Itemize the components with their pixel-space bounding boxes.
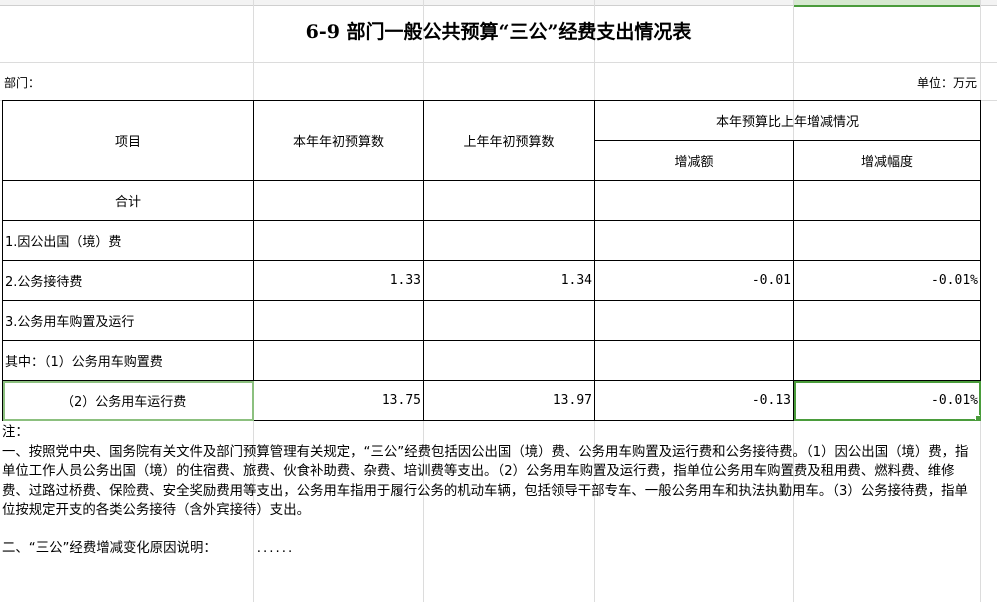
cell-amount[interactable]: -0.13: [594, 380, 794, 421]
row-label[interactable]: 2.公务接待费: [2, 260, 254, 301]
row-label[interactable]: 合计: [2, 180, 254, 221]
notes-heading[interactable]: 注：: [2, 423, 974, 443]
header-item[interactable]: 项目: [2, 100, 254, 181]
grid-line: [0, 62, 997, 63]
department-label[interactable]: 部门：: [4, 74, 40, 91]
cell-previous[interactable]: [423, 300, 595, 341]
header-change-rate[interactable]: 增减幅度: [793, 140, 981, 181]
row-label[interactable]: 其中：（1）公务用车购置费: [2, 340, 254, 381]
table-row: 1.因公出国（境）费: [2, 220, 981, 261]
cell-rate[interactable]: [793, 340, 981, 381]
cell-rate[interactable]: -0.01%: [793, 260, 981, 301]
unit-label[interactable]: 单位：万元: [917, 74, 977, 91]
reason-line[interactable]: 二、“三公”经费增减变化原因说明：......: [2, 536, 294, 556]
budget-table: 项目 本年年初预算数 上年年初预算数 本年预算比上年增减情况 增减额 增减幅度 …: [2, 100, 981, 421]
row-label[interactable]: 3.公务用车购置及运行: [2, 300, 254, 341]
table-row: 合计: [2, 180, 981, 221]
row-label[interactable]: 1.因公出国（境）费: [2, 220, 254, 261]
cell-current[interactable]: [253, 220, 424, 261]
cell-current[interactable]: [253, 300, 424, 341]
header-previous-budget[interactable]: 上年年初预算数: [423, 100, 595, 181]
cell-amount[interactable]: [594, 340, 794, 381]
cell-current[interactable]: 13.75: [253, 380, 424, 421]
cell-previous[interactable]: [423, 220, 595, 261]
header-current-budget[interactable]: 本年年初预算数: [253, 100, 424, 181]
cell-current[interactable]: [253, 340, 424, 381]
cell-rate[interactable]: [793, 300, 981, 341]
cell-previous[interactable]: 13.97: [423, 380, 595, 421]
table-row: 其中：（1）公务用车购置费: [2, 340, 981, 381]
cell-previous[interactable]: [423, 340, 595, 381]
reason-label: 二、“三公”经费增减变化原因说明：: [2, 541, 217, 556]
cell-previous[interactable]: [423, 180, 595, 221]
cell-current[interactable]: [253, 180, 424, 221]
table-row: （2）公务用车运行费 13.75 13.97 -0.13 -0.01%: [2, 380, 981, 421]
cell-current[interactable]: 1.33: [253, 260, 424, 301]
header-change-amount[interactable]: 增减额: [594, 140, 794, 181]
cell-amount[interactable]: -0.01: [594, 260, 794, 301]
header-change-group[interactable]: 本年预算比上年增减情况: [594, 100, 981, 141]
notes-block: 注： 一、按照党中央、国务院有关文件及部门预算管理有关规定，“三公”经费包括因公…: [2, 423, 974, 521]
cell-rate[interactable]: [793, 180, 981, 221]
cell-amount[interactable]: [594, 300, 794, 341]
notes-paragraph[interactable]: 一、按照党中央、国务院有关文件及部门预算管理有关规定，“三公”经费包括因公出国（…: [2, 443, 974, 521]
table-row: 2.公务接待费 1.33 1.34 -0.01 -0.01%: [2, 260, 981, 301]
cell-previous[interactable]: 1.34: [423, 260, 595, 301]
column-header-strip: [0, 0, 997, 7]
cell-rate[interactable]: [793, 220, 981, 261]
table-row: 3.公务用车购置及运行: [2, 300, 981, 341]
cell-rate-selected[interactable]: -0.01%: [793, 380, 981, 421]
header-row: 项目 本年年初预算数 上年年初预算数 本年预算比上年增减情况: [2, 100, 981, 181]
row-label[interactable]: （2）公务用车运行费: [2, 380, 254, 421]
reason-value: ......: [256, 541, 295, 556]
selected-column-indicator: [793, 0, 980, 7]
cell-amount[interactable]: [594, 180, 794, 221]
sheet-title: 6-9 部门一般公共预算“三公”经费支出情况表: [305, 21, 692, 43]
cell-amount[interactable]: [594, 220, 794, 261]
